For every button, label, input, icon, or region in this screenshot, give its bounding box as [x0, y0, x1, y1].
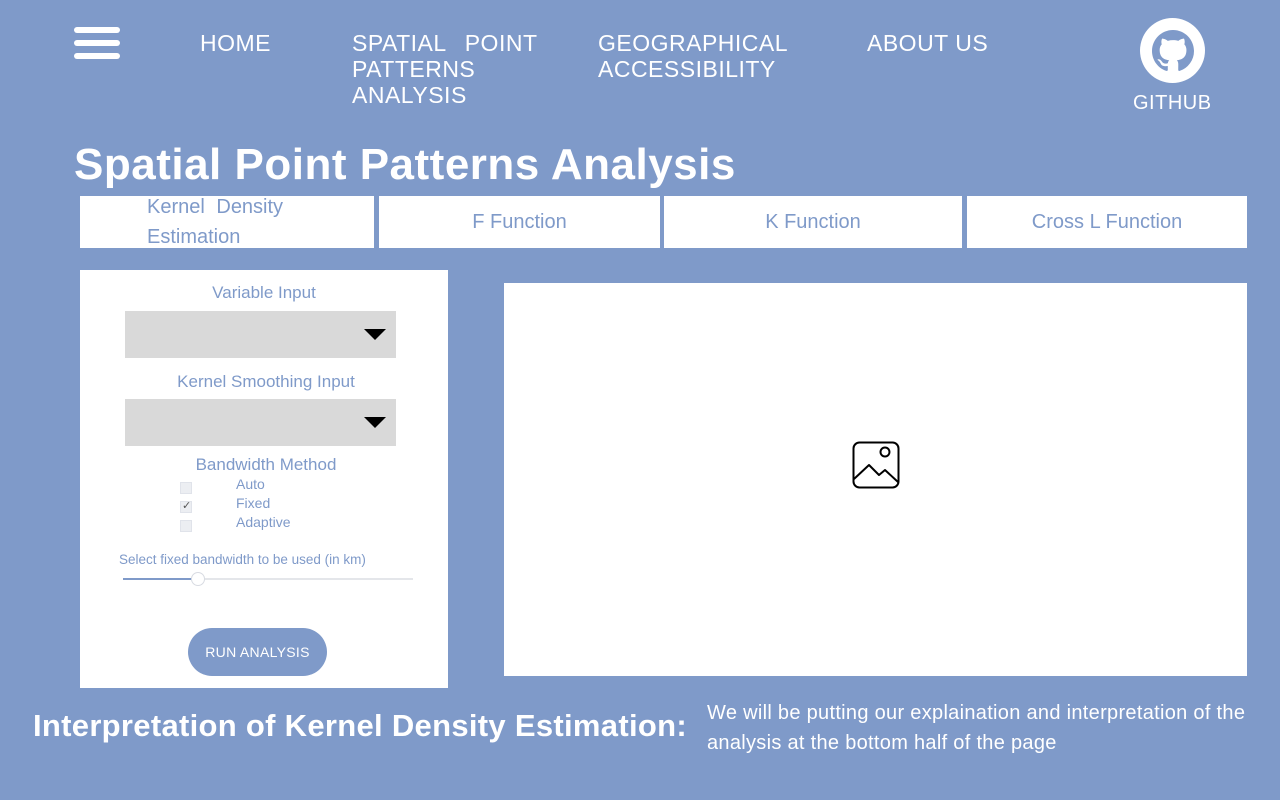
bandwidth-slider-track[interactable]	[123, 578, 413, 580]
run-analysis-button[interactable]: RUN ANALYSIS	[188, 628, 327, 676]
checkbox[interactable]	[180, 481, 192, 494]
bandwidth-method-label: Bandwidth Method	[195, 455, 337, 474]
github-logo-icon	[1151, 29, 1194, 71]
check-icon: ✓	[182, 499, 192, 512]
variable-input-label: Variable Input	[212, 283, 316, 302]
bandwidth-slider-label: Select fixed bandwidth to be used (in km…	[119, 552, 366, 567]
tab-label: Kernel Density Estimation	[147, 196, 284, 248]
github-icon[interactable]	[1140, 18, 1205, 83]
page-title: Spatial Point Patterns Analysis	[74, 140, 736, 189]
checkbox-label: Auto	[236, 475, 265, 492]
output-plot-area	[504, 283, 1247, 676]
kernel-smoothing-select[interactable]	[125, 399, 396, 446]
checkbox-label: Fixed	[236, 494, 271, 511]
kernel-smoothing-label: Kernel Smoothing Input	[177, 372, 355, 391]
tab-label: F Function	[472, 210, 567, 233]
bandwidth-slider-handle[interactable]	[191, 572, 206, 586]
checkbox[interactable]	[180, 519, 192, 532]
chevron-down-icon	[364, 417, 386, 428]
control-panel: Variable Input Kernel Smoothing Input Ba…	[80, 270, 448, 688]
hamburger-menu-icon[interactable]	[74, 27, 120, 61]
interpretation-title: Interpretation of Kernel Density Estimat…	[33, 708, 687, 743]
interpretation-text: We will be putting our explaination and …	[707, 702, 1246, 754]
nav-spatial-point-patterns-link[interactable]: SPATIAL POINT PATTERNS ANALYSIS	[352, 30, 552, 108]
nav-geographical-accessibility-link[interactable]: GEOGRAPHICAL ACCESSIBILITY	[598, 30, 818, 82]
tab-kernel-density-estimation[interactable]: Kernel Density Estimation	[80, 196, 374, 248]
checkbox[interactable]: ✓	[180, 499, 192, 513]
nav-home-link[interactable]: HOME	[200, 30, 271, 56]
tab-label: K Function	[765, 210, 861, 233]
variable-input-select[interactable]	[125, 311, 396, 358]
tab-k-function[interactable]: K Function	[664, 196, 962, 248]
github-label[interactable]: GITHUB	[1133, 92, 1212, 115]
nav-about-us-link[interactable]: ABOUT US	[867, 30, 988, 56]
checkbox-label: Adaptive	[236, 513, 291, 530]
tab-cross-l-function[interactable]: Cross L Function	[967, 196, 1247, 248]
bandwidth-option-adaptive[interactable]: Adaptive	[180, 513, 291, 535]
chevron-down-icon	[364, 329, 386, 340]
tab-label: Cross L Function	[1031, 210, 1183, 233]
tab-f-function[interactable]: F Function	[379, 196, 660, 248]
bandwidth-slider-fill	[123, 578, 199, 580]
image-placeholder-icon	[852, 441, 900, 489]
